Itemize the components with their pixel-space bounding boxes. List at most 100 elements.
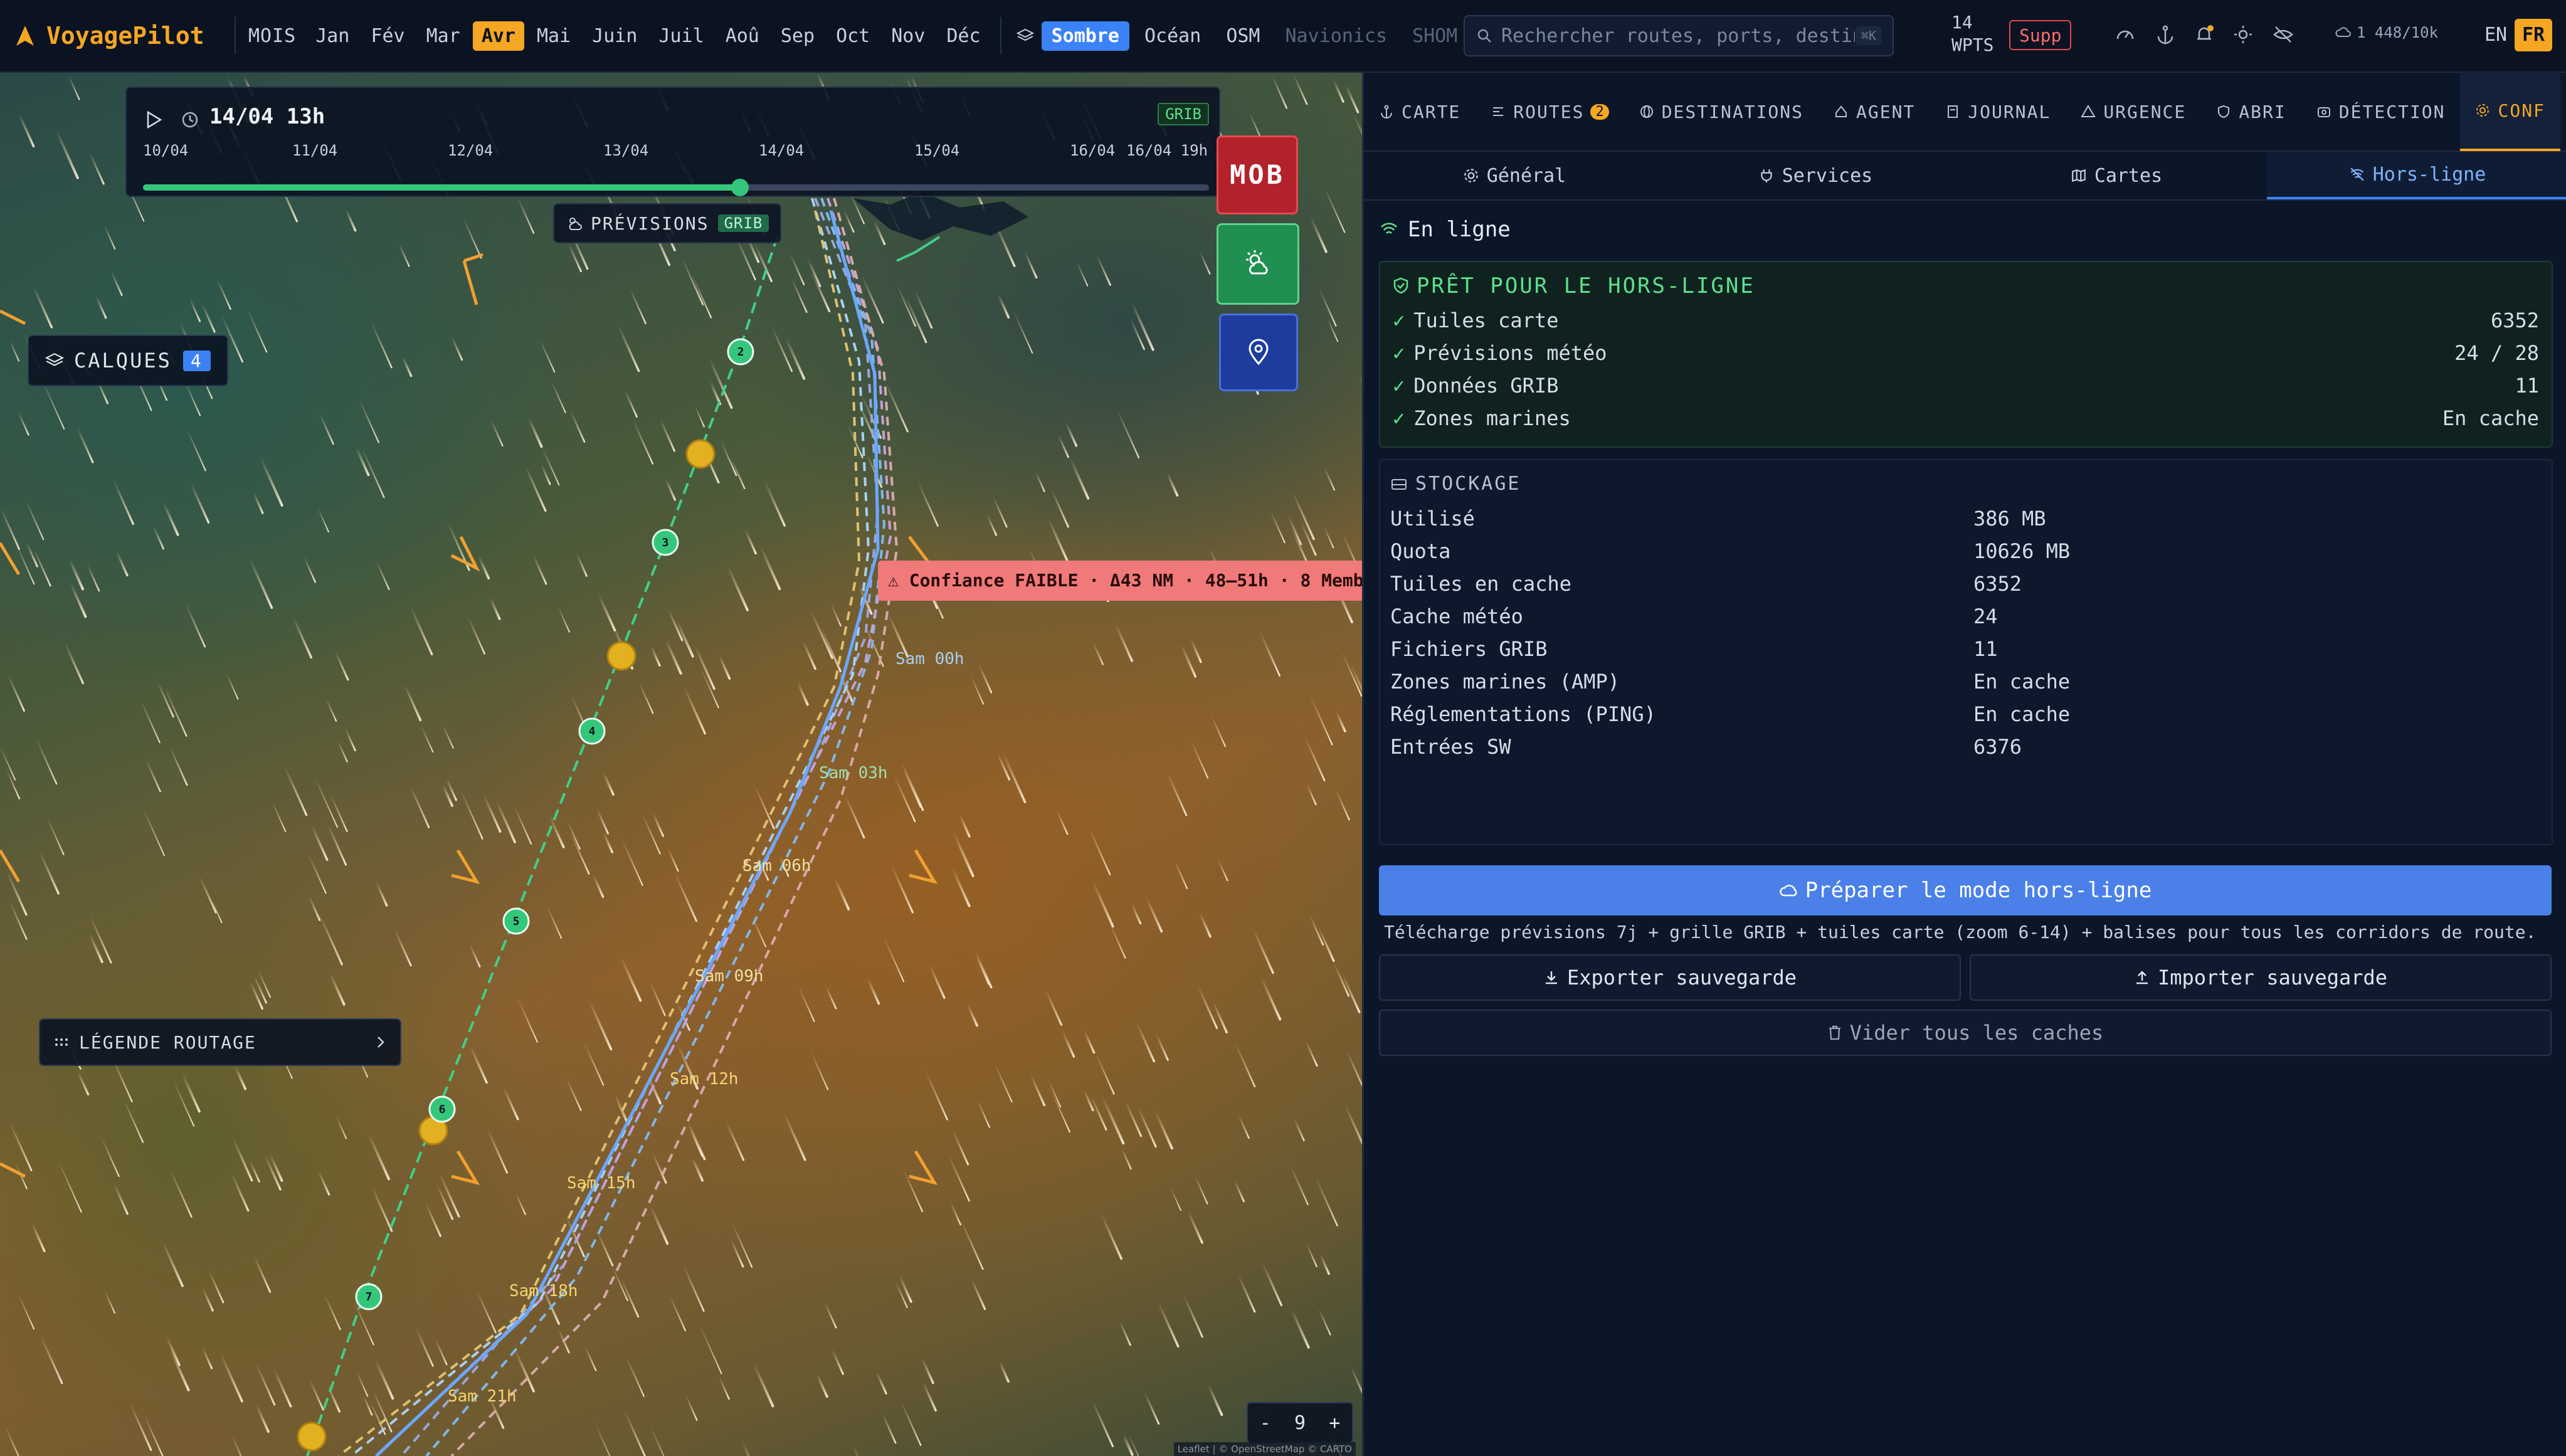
gauge-icon[interactable]	[2115, 24, 2136, 45]
brand[interactable]: VoyagePilot	[13, 22, 226, 50]
wind-particle	[0, 746, 16, 781]
month-may[interactable]: Mai	[528, 21, 579, 51]
tab-label: CARTE	[1402, 101, 1461, 122]
wind-particle	[337, 740, 348, 762]
bell-icon[interactable]	[2194, 24, 2215, 45]
export-backup-button[interactable]: Exporter sauvegarde	[1379, 954, 1961, 1001]
weather-button[interactable]	[1217, 223, 1299, 305]
wind-particle	[806, 258, 821, 287]
wind-particle	[986, 514, 998, 536]
tab-urgence[interactable]: URGENCE	[2066, 72, 2201, 151]
confidence-banner[interactable]: ⚠ Confiance FAIBLE · Δ43 NM · 48–51h · 8…	[878, 561, 1362, 601]
zoom-out-button[interactable]: -	[1260, 1412, 1271, 1434]
month-jan[interactable]: Jan	[307, 21, 358, 51]
zoom-in-button[interactable]: +	[1329, 1412, 1340, 1434]
wind-particle	[1029, 1073, 1046, 1107]
wind-particle	[482, 794, 502, 833]
waypoint-counter: 14 WPTS	[1951, 11, 1993, 56]
sun-icon[interactable]	[2232, 24, 2254, 45]
wind-particle	[1065, 421, 1078, 447]
ready-label: Données GRIB	[1413, 374, 1559, 398]
sub-tabs: Général Services Cartes Hors-ligne	[1364, 152, 2566, 201]
month-aug[interactable]: Aoû	[717, 21, 768, 51]
quota-indicator[interactable]: 1 448/10k	[2335, 24, 2438, 41]
eye-off-icon[interactable]	[2273, 24, 2294, 45]
lang-fr-button[interactable]: FR	[2515, 19, 2553, 51]
subtab-label: Général	[1486, 164, 1566, 187]
wind-particle	[949, 1201, 962, 1226]
month-jul[interactable]: Juil	[650, 21, 712, 51]
delete-button[interactable]: Supp	[2009, 20, 2072, 50]
tab-carte[interactable]: CARTE	[1364, 72, 1476, 151]
month-mar[interactable]: Mar	[418, 21, 469, 51]
wind-particle	[1092, 641, 1104, 665]
timeline-thumb[interactable]	[731, 179, 749, 196]
tab-agent[interactable]: AGENT	[1819, 72, 1930, 151]
mob-button[interactable]: MOB	[1217, 135, 1298, 214]
layers-button[interactable]: CALQUES 4	[28, 335, 228, 386]
tab-detection[interactable]: DÉTECTION	[2301, 72, 2461, 151]
wind-particle	[143, 1414, 164, 1456]
search-box[interactable]: ⌘K	[1464, 15, 1894, 56]
wind-particle	[115, 551, 129, 577]
subtab-cartes[interactable]: Cartes	[1966, 152, 2267, 199]
wind-particle	[1116, 408, 1140, 459]
clear-caches-button[interactable]: Vider tous les caches	[1379, 1010, 2552, 1056]
anchor-icon[interactable]	[2155, 24, 2176, 45]
month-dec[interactable]: Déc	[937, 21, 989, 51]
forecast-pill[interactable]: PRÉVISIONS GRIB	[553, 203, 782, 243]
wind-particle	[476, 1289, 497, 1334]
month-jun[interactable]: Juin	[583, 21, 646, 51]
play-icon[interactable]	[145, 110, 163, 129]
wind-particle	[1198, 912, 1212, 938]
month-nov[interactable]: Nov	[882, 21, 934, 51]
wind-particle	[246, 308, 268, 353]
wind-particle	[436, 1183, 454, 1220]
wind-particle	[730, 458, 746, 489]
basemap-shom[interactable]: SHOM	[1402, 21, 1467, 51]
lang-en-button[interactable]: EN	[2477, 19, 2515, 51]
basemap-osm[interactable]: OSM	[1216, 21, 1270, 51]
online-status: En ligne	[1380, 217, 1511, 242]
tab-conf[interactable]: CONF	[2460, 72, 2560, 151]
wind-particle	[152, 525, 164, 550]
prepare-offline-button[interactable]: Préparer le mode hors-ligne	[1379, 865, 2552, 915]
wind-particle	[1108, 922, 1126, 959]
basemap-dark[interactable]: Sombre	[1041, 21, 1129, 51]
basemap-navionics[interactable]: Navionics	[1275, 21, 1398, 51]
wind-particle	[467, 616, 486, 655]
month-feb[interactable]: Fév	[362, 21, 413, 51]
wind-particle	[546, 905, 562, 939]
tab-destinations[interactable]: DESTINATIONS	[1624, 72, 1819, 151]
subtab-offline[interactable]: Hors-ligne	[2267, 152, 2566, 199]
wind-particle	[1056, 810, 1069, 835]
wind-particle	[801, 640, 816, 670]
timeline-slider[interactable]	[143, 179, 1209, 196]
location-button[interactable]	[1219, 314, 1298, 391]
basemap-ocean[interactable]: Océan	[1134, 21, 1211, 51]
tab-abri[interactable]: ABRI	[2201, 72, 2301, 151]
subtab-general[interactable]: Général	[1364, 152, 1665, 199]
wind-particle	[890, 863, 914, 914]
wind-particle	[1083, 1029, 1096, 1054]
routing-legend-button[interactable]: LÉGENDE ROUTAGE	[39, 1018, 401, 1066]
month-oct[interactable]: Oct	[827, 21, 879, 51]
wind-particle	[1114, 623, 1133, 662]
import-backup-button[interactable]: Importer sauvegarde	[1970, 954, 2552, 1001]
wind-particle	[973, 949, 993, 989]
wind-particle	[488, 597, 501, 620]
tab-journal[interactable]: JOURNAL	[1930, 72, 2066, 151]
tab-routes[interactable]: ROUTES 2	[1476, 72, 1624, 151]
subtab-services[interactable]: Services	[1665, 152, 1966, 199]
wind-particle	[1187, 1210, 1203, 1244]
wind-particle	[230, 1173, 250, 1212]
import-backup-label: Importer sauvegarde	[2157, 966, 2388, 989]
search-input[interactable]	[1500, 24, 1856, 48]
wind-particle	[1309, 694, 1333, 746]
map-attribution[interactable]: Leaflet | © OpenStreetMap © CARTO	[1173, 1442, 1356, 1456]
month-sep[interactable]: Sep	[772, 21, 823, 51]
month-apr[interactable]: Avr	[472, 21, 524, 51]
wind-particle	[30, 1221, 46, 1252]
map-view[interactable]: 2 3 4 5 6 7 14/04 13h GRIB 10/04 11/04 1…	[0, 73, 1362, 1456]
tab-more[interactable]	[2560, 72, 2566, 151]
